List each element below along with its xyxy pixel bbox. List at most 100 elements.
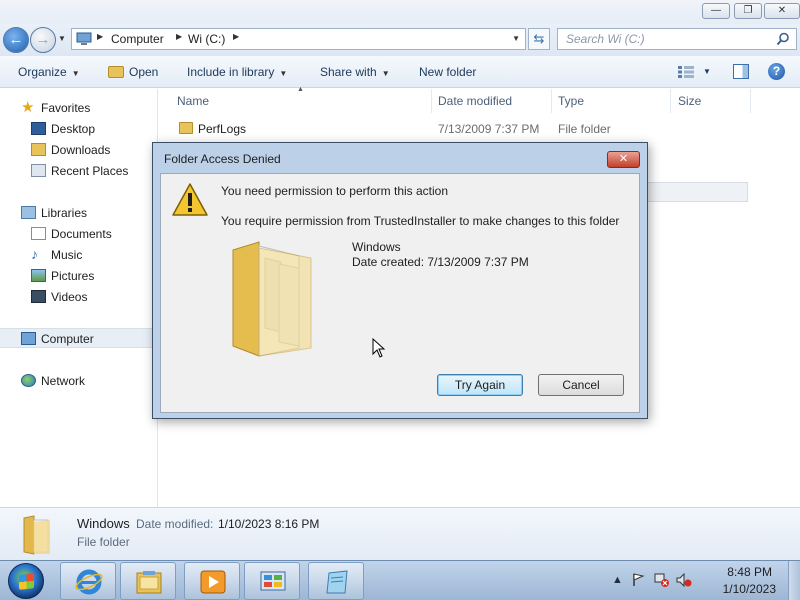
column-header-date-modified[interactable]: Date modified: [438, 94, 512, 108]
close-button[interactable]: ✕: [764, 3, 800, 19]
open-button[interactable]: Open: [129, 65, 158, 79]
forward-button[interactable]: →: [30, 27, 56, 53]
details-item-type: File folder: [77, 535, 130, 549]
title-bar[interactable]: — ❐ ✕: [0, 0, 800, 24]
refresh-button[interactable]: ⇆: [528, 28, 550, 50]
taskbar-media-player[interactable]: [184, 562, 240, 600]
notification-area: ▲ 8:48 PM 1/10/2023: [610, 561, 800, 600]
details-pane: Windows Date modified: 1/10/2023 8:16 PM…: [0, 507, 800, 560]
column-divider[interactable]: [431, 89, 432, 113]
star-icon: ★: [21, 99, 35, 116]
minimize-button[interactable]: —: [702, 3, 730, 19]
search-placeholder: Search Wi (C:): [566, 32, 645, 46]
selected-row-fragment[interactable]: [647, 182, 748, 202]
nav-libraries[interactable]: Libraries: [0, 203, 158, 223]
pictures-icon: [31, 269, 46, 282]
nav-videos-label: Videos: [51, 290, 88, 304]
search-icon[interactable]: [776, 32, 790, 46]
cancel-button[interactable]: Cancel: [538, 374, 624, 396]
breadcrumb-computer[interactable]: Computer: [111, 32, 164, 46]
dialog-title: Folder Access Denied: [164, 152, 281, 166]
clock-time[interactable]: 8:48 PM: [727, 565, 772, 579]
details-date-label: Date modified:: [136, 517, 214, 531]
nav-network-label: Network: [41, 374, 86, 388]
nav-recent-places-label: Recent Places: [51, 164, 129, 178]
organize-menu[interactable]: Organize ▼: [18, 65, 80, 79]
downloads-folder-icon: [31, 143, 46, 156]
computer-icon: [76, 32, 92, 45]
taskbar-notepad[interactable]: [308, 562, 364, 600]
start-button[interactable]: [8, 563, 44, 599]
music-note-icon: ♪: [31, 246, 38, 262]
column-divider[interactable]: [551, 89, 552, 113]
breadcrumb-drive[interactable]: Wi (C:): [188, 32, 225, 46]
nav-documents[interactable]: Documents: [0, 224, 158, 244]
address-bar[interactable]: ▶ Computer ▶ Wi (C:) ▶ ▼: [71, 28, 526, 50]
chevron-right-icon[interactable]: ▶: [97, 32, 103, 41]
address-dropdown-icon[interactable]: ▼: [512, 34, 520, 43]
open-folder-icon[interactable]: [108, 66, 124, 78]
chevron-right-icon[interactable]: ▶: [176, 32, 182, 41]
maximize-button[interactable]: ❐: [734, 3, 762, 19]
close-icon: ✕: [777, 5, 787, 16]
nav-computer[interactable]: Computer: [0, 328, 158, 348]
nav-videos[interactable]: Videos: [0, 287, 158, 307]
share-label: Share with: [320, 65, 377, 79]
file-row[interactable]: PerfLogs 7/13/2009 7:37 PM File folder: [159, 119, 800, 141]
close-icon: ✕: [618, 153, 629, 165]
media-player-icon: [200, 570, 226, 594]
include-in-library-menu[interactable]: Include in library ▼: [187, 65, 287, 79]
column-header-size[interactable]: Size: [678, 94, 701, 108]
chevron-down-icon: ▼: [279, 69, 288, 78]
column-header-name[interactable]: Name: [177, 94, 209, 108]
chevron-down-icon: ▼: [381, 69, 390, 78]
preview-pane-icon[interactable]: [733, 64, 749, 79]
details-item-name: Windows: [77, 516, 130, 531]
libraries-icon: [21, 206, 36, 219]
help-icon[interactable]: ?: [768, 63, 785, 80]
column-divider[interactable]: [750, 89, 751, 113]
nav-desktop[interactable]: Desktop: [0, 119, 158, 139]
warning-icon: [172, 183, 208, 216]
taskbar-internet-explorer[interactable]: [60, 562, 116, 600]
taskbar-windows-explorer[interactable]: [120, 562, 176, 600]
back-button[interactable]: ←: [3, 27, 29, 53]
organize-label: Organize: [18, 65, 67, 79]
network-icon: [21, 374, 36, 387]
forward-arrow-icon: →: [35, 31, 51, 48]
nav-desktop-label: Desktop: [51, 122, 96, 136]
column-header-type[interactable]: Type: [558, 94, 584, 108]
chevron-right-icon[interactable]: ▶: [233, 32, 239, 41]
dialog-body: You need permission to perform this acti…: [160, 173, 640, 413]
column-divider[interactable]: [670, 89, 671, 113]
file-date-modified: 7/13/2009 7:37 PM: [438, 122, 540, 136]
control-panel-icon: [260, 571, 286, 591]
action-center-flag-icon[interactable]: [632, 573, 645, 587]
nav-recent-places[interactable]: Recent Places: [0, 161, 158, 181]
file-type: File folder: [558, 122, 611, 136]
nav-favorites[interactable]: ★ Favorites: [0, 98, 158, 118]
folder-thumbnail-icon: [23, 515, 50, 555]
try-again-button[interactable]: Try Again: [437, 374, 523, 396]
mouse-cursor-icon: [372, 338, 386, 358]
nav-music[interactable]: ♪ Music: [0, 245, 158, 265]
dialog-close-button[interactable]: ✕: [607, 151, 640, 168]
views-dropdown-icon[interactable]: ▼: [703, 67, 711, 76]
search-input[interactable]: Search Wi (C:): [557, 28, 797, 50]
clock-date[interactable]: 1/10/2023: [723, 582, 776, 596]
recent-pages-dropdown[interactable]: ▼: [58, 34, 66, 43]
nav-network[interactable]: Network: [0, 371, 158, 391]
share-with-menu[interactable]: Share with ▼: [320, 65, 390, 79]
new-folder-button[interactable]: New folder: [419, 65, 476, 79]
show-desktop-button[interactable]: [788, 561, 800, 600]
volume-muted-icon[interactable]: [676, 573, 692, 587]
taskbar-control-panel[interactable]: [244, 562, 300, 600]
network-status-icon[interactable]: [654, 573, 670, 587]
nav-pictures[interactable]: Pictures: [0, 266, 158, 286]
include-label: Include in library: [187, 65, 275, 79]
views-icon[interactable]: [678, 66, 694, 78]
videos-icon: [31, 290, 46, 303]
show-hidden-icons-icon[interactable]: ▲: [612, 574, 623, 586]
address-row: ← → ▼ ▶ Computer ▶ Wi (C:) ▶ ▼ ⇆ Search …: [0, 24, 800, 56]
nav-downloads[interactable]: Downloads: [0, 140, 158, 160]
